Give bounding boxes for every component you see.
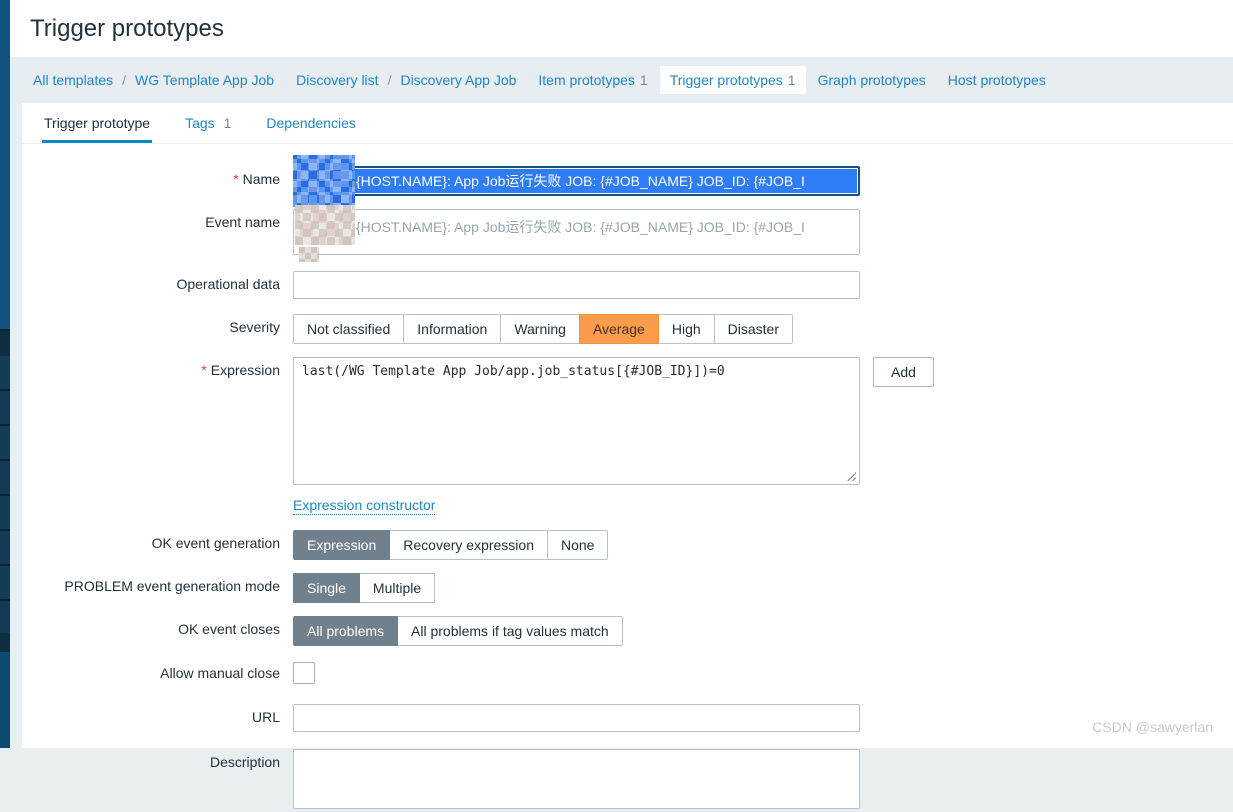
breadcrumb: All templates / WG Template App Job Disc… bbox=[10, 57, 1233, 103]
item-prototypes-count: 1 bbox=[639, 72, 648, 88]
severity-disaster-button[interactable]: Disaster bbox=[713, 314, 793, 344]
allow-manual-close-checkbox[interactable] bbox=[293, 662, 315, 684]
description-label: Description bbox=[209, 754, 280, 770]
severity-label: Severity bbox=[229, 319, 280, 335]
url-input[interactable] bbox=[293, 704, 860, 732]
row-problem-event-generation-mode: PROBLEM event generation mode Single Mul… bbox=[22, 573, 1233, 603]
row-ok-event-closes: OK event closes All problems All problem… bbox=[22, 616, 1233, 646]
row-description: Description bbox=[22, 749, 1233, 812]
tags-count: 1 bbox=[223, 115, 232, 131]
trigger-prototypes-count: 1 bbox=[787, 72, 796, 88]
breadcrumb-all-templates[interactable]: All templates bbox=[33, 72, 113, 88]
severity-information-button[interactable]: Information bbox=[403, 314, 502, 344]
severity-high-button[interactable]: High bbox=[657, 314, 715, 344]
name-input[interactable]: {HOST.NAME}: App Job运行失败 JOB: {#JOB_NAME… bbox=[293, 155, 860, 207]
row-name: * Name {HOST.NAME}: App Job运行失败 JOB: {#JO… bbox=[22, 155, 1233, 207]
row-operational-data: Operational data bbox=[22, 271, 1233, 299]
operational-data-label: Operational data bbox=[176, 276, 280, 292]
closes-all-problems-button[interactable]: All problems bbox=[293, 616, 399, 646]
expression-label: * Expression bbox=[201, 362, 280, 378]
tab-trigger-prototype[interactable]: Trigger prototype bbox=[42, 103, 153, 143]
description-textarea[interactable] bbox=[293, 749, 860, 809]
page-title: Trigger prototypes bbox=[30, 15, 224, 42]
censored-mosaic bbox=[293, 155, 355, 207]
ok-event-none-button[interactable]: None bbox=[547, 530, 609, 560]
row-event-name: Event name {HOST.NAME}: App Job运行失败 JOB:… bbox=[22, 205, 1233, 262]
expression-add-button[interactable]: Add bbox=[873, 357, 934, 387]
name-label: * Name bbox=[233, 171, 280, 187]
row-ok-event-generation: OK event generation Expression Recovery … bbox=[22, 530, 1233, 560]
row-severity: Severity Not classified Information Warn… bbox=[22, 314, 1233, 344]
expression-textarea[interactable]: last(/WG Template App Job/app.job_status… bbox=[293, 357, 860, 485]
censored-mosaic bbox=[299, 247, 319, 262]
ok-event-closes-segmented-control: All problems All problems if tag values … bbox=[293, 616, 623, 646]
breadcrumb-item-prototypes[interactable]: Item prototypes bbox=[538, 72, 635, 88]
operational-data-input[interactable] bbox=[293, 271, 860, 299]
page-header: Trigger prototypes bbox=[10, 0, 1233, 57]
required-marker: * bbox=[201, 362, 207, 378]
url-label: URL bbox=[251, 709, 280, 725]
allow-manual-close-label: Allow manual close bbox=[160, 665, 280, 681]
ok-event-generation-label: OK event generation bbox=[151, 535, 280, 551]
sidebar-menu[interactable] bbox=[0, 0, 10, 748]
expression-constructor-link[interactable]: Expression constructor bbox=[293, 497, 436, 515]
event-name-input[interactable]: {HOST.NAME}: App Job运行失败 JOB: {#JOB_NAME… bbox=[293, 205, 860, 262]
breadcrumb-separator: / bbox=[122, 72, 127, 88]
severity-warning-button[interactable]: Warning bbox=[500, 314, 580, 344]
trigger-form: * Name {HOST.NAME}: App Job运行失败 JOB: {#JO… bbox=[22, 144, 1233, 812]
event-name-label: Event name bbox=[205, 214, 280, 230]
severity-segmented-control: Not classified Information Warning Avera… bbox=[293, 314, 793, 344]
breadcrumb-separator: / bbox=[387, 72, 392, 88]
problem-mode-single-button[interactable]: Single bbox=[293, 573, 360, 603]
event-name-text: {HOST.NAME}: App Job运行失败 JOB: {#JOB_NAME… bbox=[356, 219, 805, 235]
breadcrumb-discovery-list[interactable]: Discovery list bbox=[296, 72, 378, 88]
breadcrumb-discovery-rule[interactable]: Discovery App Job bbox=[400, 72, 516, 88]
breadcrumb-host-prototypes[interactable]: Host prototypes bbox=[948, 72, 1046, 88]
ok-event-generation-segmented-control: Expression Recovery expression None bbox=[293, 530, 609, 560]
censored-mosaic bbox=[295, 205, 355, 245]
tab-tags[interactable]: Tags 1 bbox=[183, 103, 233, 143]
row-expression: * Expression last(/WG Template App Job/ap… bbox=[22, 357, 1233, 515]
required-marker: * bbox=[233, 171, 239, 187]
ok-event-expression-button[interactable]: Expression bbox=[293, 530, 391, 560]
main-content: Trigger prototype Tags 1 Dependencies * N… bbox=[22, 103, 1233, 809]
closes-all-problems-tag-match-button[interactable]: All problems if tag values match bbox=[397, 616, 623, 646]
ok-event-closes-label: OK event closes bbox=[178, 621, 280, 637]
breadcrumb-template[interactable]: WG Template App Job bbox=[135, 72, 274, 88]
row-url: URL bbox=[22, 704, 1233, 732]
name-selected-text: {HOST.NAME}: App Job运行失败 JOB: {#JOB_NAME… bbox=[296, 169, 857, 193]
row-allow-manual-close: Allow manual close bbox=[22, 662, 1233, 687]
problem-event-generation-mode-label: PROBLEM event generation mode bbox=[64, 578, 280, 594]
form-tabs: Trigger prototype Tags 1 Dependencies bbox=[22, 103, 1233, 144]
watermark: CSDN @sawyerlan bbox=[1092, 719, 1213, 735]
severity-average-button[interactable]: Average bbox=[578, 314, 659, 344]
severity-not-classified-button[interactable]: Not classified bbox=[293, 314, 405, 344]
tab-dependencies[interactable]: Dependencies bbox=[264, 103, 358, 143]
problem-mode-segmented-control: Single Multiple bbox=[293, 573, 436, 603]
breadcrumb-graph-prototypes[interactable]: Graph prototypes bbox=[818, 72, 926, 88]
problem-mode-multiple-button[interactable]: Multiple bbox=[358, 573, 436, 603]
breadcrumb-trigger-prototypes-active[interactable]: Trigger prototypes 1 bbox=[659, 66, 806, 94]
ok-event-recovery-expression-button[interactable]: Recovery expression bbox=[389, 530, 548, 560]
